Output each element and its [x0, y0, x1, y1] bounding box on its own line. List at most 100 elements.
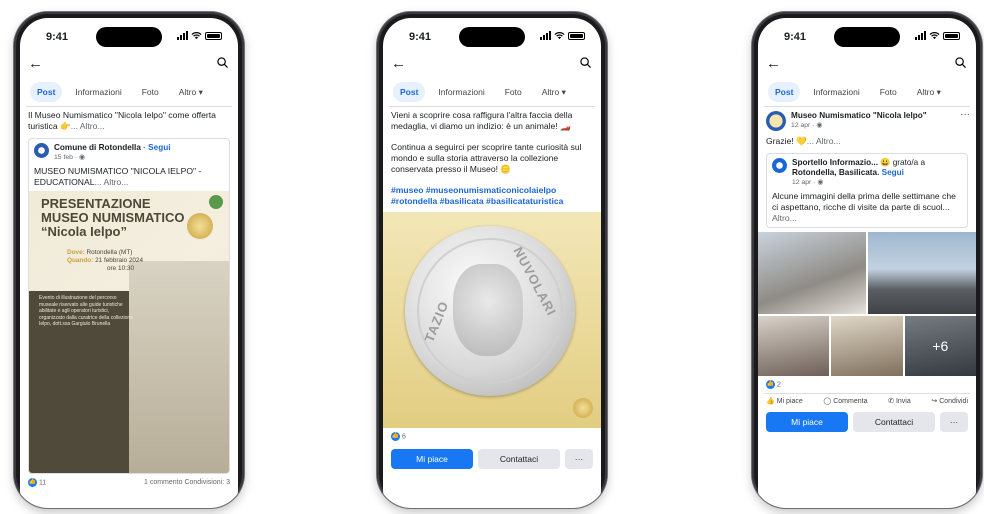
- phone-frame-1: 9:41 ← Post Informazioni Foto Altro ▾ Il…: [14, 12, 244, 508]
- grateful-text: 😀 grato/a a: [877, 158, 926, 167]
- avatar[interactable]: [34, 143, 49, 158]
- author-name[interactable]: Museo Numismatico "Nicola Ielpo": [791, 111, 927, 121]
- like-count[interactable]: 6: [402, 433, 406, 440]
- avatar[interactable]: [772, 158, 787, 173]
- back-arrow-icon[interactable]: ←: [28, 55, 43, 72]
- tab-informazioni[interactable]: Informazioni: [806, 82, 866, 102]
- like-reaction-icon: 👍: [766, 380, 775, 389]
- phone-screen-3: 9:41 ← Post Informazioni Foto Altro ▾ Mu…: [758, 18, 976, 508]
- follow-link[interactable]: · Segui: [143, 143, 170, 152]
- author-name[interactable]: Comune di Rotondella: [54, 143, 141, 152]
- phone-frame-3: 9:41 ← Post Informazioni Foto Altro ▾ Mu…: [752, 12, 982, 508]
- tab-informazioni[interactable]: Informazioni: [431, 82, 491, 102]
- globe-icon: ◉: [817, 179, 824, 186]
- tab-altro-label: Altro: [178, 86, 197, 97]
- more-options-button[interactable]: ···: [940, 412, 968, 432]
- tab-altro[interactable]: Altro ▾: [910, 82, 948, 103]
- tab-foto[interactable]: Foto: [135, 82, 166, 102]
- back-arrow-icon[interactable]: ←: [766, 55, 781, 72]
- more-options-button[interactable]: ···: [565, 449, 593, 469]
- like-button[interactable]: Mi piace: [766, 412, 848, 432]
- photo-terrace-group[interactable]: [868, 232, 976, 314]
- like-count[interactable]: 11: [39, 479, 46, 486]
- back-arrow-icon[interactable]: ←: [391, 55, 406, 72]
- poster-title-line1: PRESENTAZIONE: [41, 196, 151, 211]
- tab-altro[interactable]: Altro ▾: [535, 82, 573, 103]
- see-more-link[interactable]: ... Altro...: [94, 177, 128, 187]
- post-paragraph-2: Continua a seguirci per scoprire tante c…: [391, 142, 582, 174]
- top-nav: ←: [758, 54, 976, 76]
- shared-text: MUSEO NUMISMATICO "NICOLA IELPO" - EDUCA…: [29, 164, 229, 191]
- like-action[interactable]: 👍 Mi piace: [766, 397, 803, 406]
- post-paragraph-1: Vieni a scoprire cosa raffigura l'altra …: [391, 110, 573, 131]
- top-nav: ←: [20, 54, 238, 76]
- post-stats[interactable]: 1 commento Condivisioni: 3: [144, 479, 230, 486]
- shared-post[interactable]: Sportello Informazio... 😀 grato/a a Roto…: [766, 153, 968, 228]
- tab-foto[interactable]: Foto: [498, 82, 529, 102]
- photo-students-map[interactable]: [758, 232, 866, 314]
- shared-post[interactable]: Comune di Rotondella · Segui 15 feb · ◉ …: [28, 138, 230, 474]
- follow-link[interactable]: . Segui: [877, 168, 904, 177]
- phone-screen-1: 9:41 ← Post Informazioni Foto Altro ▾ Il…: [20, 18, 238, 508]
- share-action[interactable]: ↪ Condividi: [931, 397, 968, 406]
- more-menu-icon[interactable]: ···: [960, 109, 970, 120]
- coin-image[interactable]: TAZIO NUVOLARI: [383, 212, 601, 428]
- search-icon[interactable]: [955, 57, 966, 68]
- contact-button[interactable]: Contattaci: [478, 449, 560, 469]
- search-icon[interactable]: [580, 57, 591, 68]
- status-bar: 9:41: [383, 18, 601, 54]
- shared-author: Sportello Informazio... 😀 grato/a a Roto…: [767, 154, 967, 189]
- photo-grid-bottom: +6: [758, 316, 976, 376]
- poster-meta: Dove: Rotondella (MT) Quando: 21 febbrai…: [67, 249, 143, 273]
- post-date: 15 feb ·: [54, 154, 79, 161]
- photo-more[interactable]: +6: [904, 316, 976, 376]
- event-poster-image[interactable]: PRESENTAZIONE MUSEO NUMISMATICO “Nicola …: [29, 191, 229, 473]
- caret-down-icon: ▾: [561, 86, 566, 97]
- caret-down-icon: ▾: [936, 86, 941, 97]
- status-bar: 9:41: [758, 18, 976, 54]
- tab-foto[interactable]: Foto: [873, 82, 904, 102]
- see-more-link[interactable]: ... Altro...: [71, 121, 105, 131]
- like-button[interactable]: Mi piace: [391, 449, 473, 469]
- avatar[interactable]: [766, 111, 786, 131]
- signal-icon: [540, 31, 551, 40]
- author-name[interactable]: Sportello Informazio...: [792, 158, 878, 167]
- status-icons: [177, 31, 222, 40]
- like-reaction-icon: 👍: [391, 432, 400, 441]
- dove-value: Rotondella (MT): [86, 249, 133, 256]
- post-actions: 👍 Mi piace ◯ Commenta ✆ Invia ↪ Condividi: [758, 394, 976, 408]
- tab-post[interactable]: Post: [393, 82, 426, 102]
- wifi-icon: [554, 32, 565, 40]
- gold-coin-icon: [573, 398, 593, 418]
- send-action[interactable]: ✆ Invia: [888, 397, 911, 406]
- photo-museum-visit[interactable]: [758, 316, 830, 376]
- like-count[interactable]: 2: [777, 381, 781, 388]
- more-photos-count: +6: [904, 316, 976, 376]
- cta-row: Mi piace Contattaci ···: [758, 408, 976, 436]
- status-icons: [915, 31, 960, 40]
- see-more-link[interactable]: Altro...: [772, 213, 797, 223]
- poster-title: PRESENTAZIONE MUSEO NUMISMATICO “Nicola …: [41, 197, 184, 239]
- coin: TAZIO NUVOLARI: [405, 226, 575, 396]
- post-author: Museo Numismatico "Nicola Ielpo" 12 apr …: [758, 107, 976, 133]
- comment-action[interactable]: ◯ Commenta: [823, 397, 867, 406]
- post-date: 12 apr ·: [792, 179, 818, 186]
- tab-post[interactable]: Post: [768, 82, 801, 102]
- page-tabs: Post Informazioni Foto Altro ▾: [383, 76, 601, 106]
- hashtags[interactable]: #museo #museonumismaticonicolaielpo #rot…: [383, 182, 601, 210]
- caret-down-icon: ▾: [198, 86, 203, 97]
- comment-icon: ◯: [823, 398, 832, 405]
- tab-post[interactable]: Post: [30, 82, 63, 102]
- shared-author: Comune di Rotondella · Segui 15 feb · ◉: [29, 139, 229, 164]
- tab-altro[interactable]: Altro ▾: [172, 82, 210, 103]
- contact-button[interactable]: Contattaci: [853, 412, 935, 432]
- tab-informazioni[interactable]: Informazioni: [68, 82, 128, 102]
- see-more-link[interactable]: ... Altro...: [807, 136, 841, 146]
- photo-exhibit[interactable]: [831, 316, 903, 376]
- poster-body: Evento di illustrazione del percorso mus…: [39, 295, 133, 327]
- tab-altro-label: Altro: [916, 86, 935, 97]
- quando-value: 21 febbraio 2024: [95, 257, 144, 264]
- target-name[interactable]: Rotondella, Basilicata: [792, 168, 877, 177]
- battery-icon: [205, 31, 222, 40]
- search-icon[interactable]: [217, 57, 228, 68]
